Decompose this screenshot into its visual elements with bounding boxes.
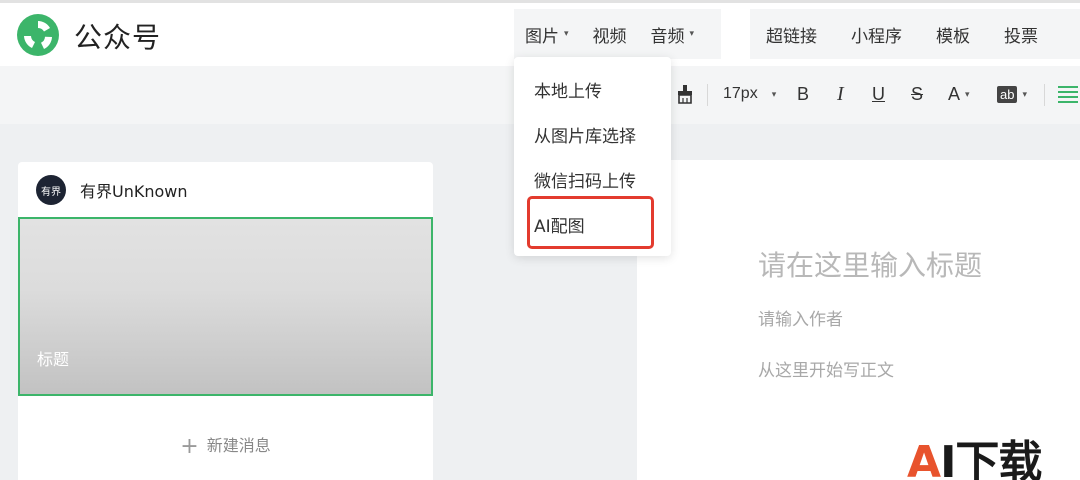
media-nav-group: 图片 ▾ 视频 音频 ▾ (514, 9, 721, 59)
background-color-icon: ab (997, 85, 1018, 103)
account-name: 有界UnKnown (80, 182, 188, 201)
watermark-logo: AI下载 (907, 426, 1042, 480)
nav-vote[interactable]: 投票 (1004, 22, 1038, 47)
author-input[interactable]: 请输入作者 (758, 305, 843, 330)
italic-icon: I (837, 82, 844, 105)
caret-down-icon: ▾ (771, 88, 777, 99)
nav-miniprogram[interactable]: 小程序 (851, 22, 902, 47)
nav-hyperlink-label: 超链接 (766, 26, 817, 47)
watermark-a: A (907, 437, 941, 480)
avatar: 有界 (36, 175, 66, 205)
wechat-official-account-logo-icon (17, 14, 59, 56)
font-color-icon: A (948, 83, 961, 104)
nav-template-label: 模板 (936, 26, 970, 47)
article-list-card: 有界 有界UnKnown 标题 + 新建消息 (18, 162, 433, 480)
nav-audio[interactable]: 音频 ▾ (651, 22, 695, 47)
nav-vote-label: 投票 (1004, 26, 1038, 47)
cover-title: 标题 (37, 350, 70, 369)
menu-item-image-library[interactable]: 从图片库选择 (534, 122, 636, 147)
nav-video-label: 视频 (592, 26, 627, 47)
avatar-text: 有界 (41, 186, 61, 198)
body-editor[interactable]: 从这里开始写正文 (758, 356, 894, 381)
editor-page: 公众号 图片 ▾ 视频 音频 ▾ 超链接 小程序 模板 投票 17px ▾ B … (0, 0, 1080, 480)
underline-button[interactable]: U (872, 80, 885, 108)
insert-nav-group: 超链接 小程序 模板 投票 (750, 9, 1080, 59)
watermark-rest: I下载 (940, 437, 1042, 480)
nav-image-label: 图片 (525, 26, 559, 47)
nav-audio-label: 音频 (650, 26, 685, 47)
new-message-button[interactable]: + 新建消息 (18, 432, 433, 459)
nav-video[interactable]: 视频 (593, 22, 627, 47)
caret-down-icon: ▾ (689, 29, 695, 39)
article-cover-card[interactable]: 标题 (18, 217, 433, 396)
caret-down-icon: ▾ (965, 88, 970, 99)
toolbar-divider (707, 84, 708, 106)
menu-item-wechat-scan-upload[interactable]: 微信扫码上传 (534, 167, 636, 192)
strikethrough-icon: S (911, 83, 924, 104)
align-icon[interactable] (1058, 80, 1078, 108)
title-input[interactable]: 请在这里输入标题 (758, 244, 982, 284)
plus-icon: + (180, 434, 199, 459)
nav-template[interactable]: 模板 (936, 22, 970, 47)
italic-button[interactable]: I (837, 80, 844, 108)
background-color-button[interactable]: ab ▾ (997, 80, 1027, 108)
underline-icon: U (872, 83, 885, 104)
nav-hyperlink[interactable]: 超链接 (766, 22, 817, 47)
font-size-value: 17px (723, 85, 758, 102)
font-color-button[interactable]: A ▾ (948, 80, 970, 108)
menu-item-local-upload[interactable]: 本地上传 (534, 77, 602, 102)
bold-icon: B (797, 83, 810, 104)
nav-image[interactable]: 图片 ▾ (525, 22, 569, 47)
font-size-select[interactable]: 17px ▾ (723, 80, 776, 108)
toolbar-divider (1044, 84, 1045, 106)
strikethrough-button[interactable]: S (911, 80, 923, 108)
brand-title: 公众号 (74, 21, 162, 54)
caret-down-icon: ▾ (564, 29, 569, 39)
caret-down-icon: ▾ (1022, 88, 1027, 99)
bold-button[interactable]: B (797, 80, 809, 108)
ai-image-highlight-box (527, 196, 654, 249)
nav-miniprogram-label: 小程序 (851, 26, 902, 47)
format-painter-icon[interactable] (676, 80, 694, 108)
new-message-label: 新建消息 (206, 436, 271, 455)
